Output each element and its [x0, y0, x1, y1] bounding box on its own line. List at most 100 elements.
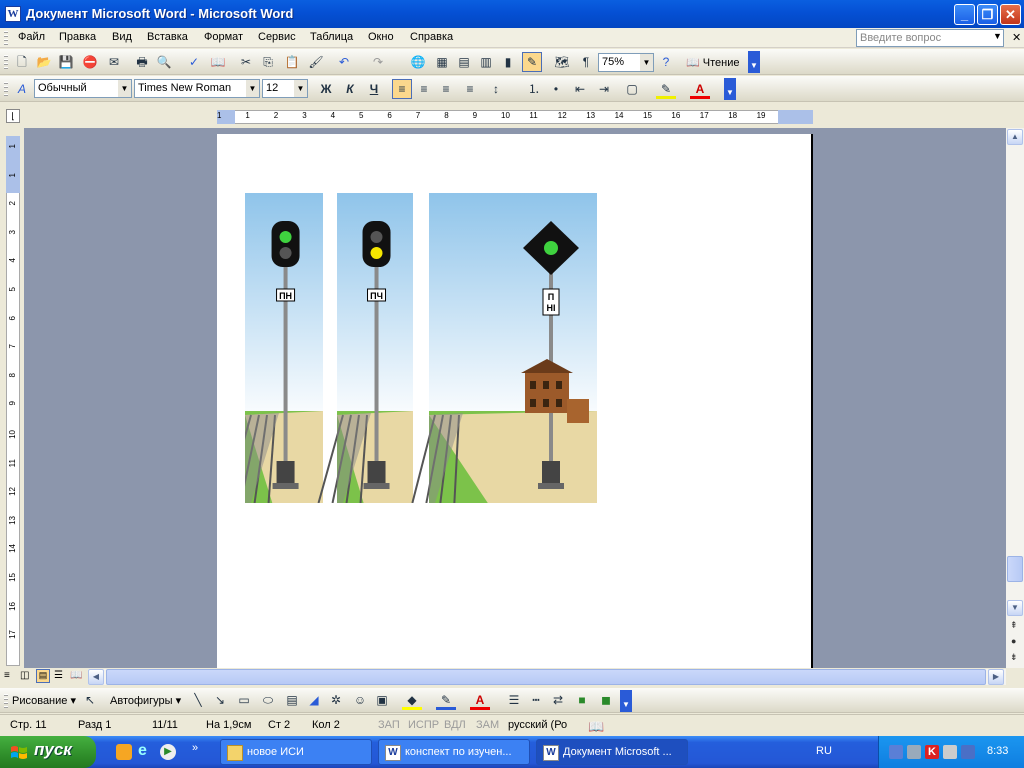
quicklaunch-outlook-icon[interactable]	[116, 744, 132, 760]
zoom-combo[interactable]: 75% ▼	[598, 53, 654, 72]
document-area[interactable]: ПН ПЧ П НI	[24, 128, 1006, 674]
outline-view-icon[interactable]: ☰	[54, 670, 63, 681]
research-icon[interactable]: 📖	[208, 52, 228, 72]
bullets-icon[interactable]: •	[546, 79, 566, 99]
cut-icon[interactable]: ✂	[236, 52, 256, 72]
rectangle-icon[interactable]: ▭	[234, 690, 254, 710]
tray-app2-icon[interactable]	[961, 745, 975, 759]
start-button[interactable]: пуск	[0, 736, 96, 768]
align-center-icon[interactable]: ≡	[414, 79, 434, 99]
status-trk[interactable]: ИСПР	[408, 719, 439, 731]
show-formatting-icon[interactable]: ¶	[576, 52, 596, 72]
increase-indent-icon[interactable]: ⇥	[594, 79, 614, 99]
scroll-right-icon[interactable]: ▶	[988, 669, 1004, 685]
status-ext[interactable]: ВДЛ	[444, 719, 466, 731]
toolbar-options-icon[interactable]: ▼	[620, 690, 632, 712]
task-folder[interactable]: новое ИСИ	[220, 739, 372, 765]
align-left-icon[interactable]: ≡	[392, 79, 412, 99]
menu-help[interactable]: Справка	[410, 31, 453, 43]
quicklaunch-more-icon[interactable]: »	[192, 742, 198, 754]
language-indicator[interactable]: RU	[816, 745, 832, 757]
task-word-1[interactable]: Wконспект по изучен...	[378, 739, 530, 765]
draw-menu-button[interactable]: Рисование ▾	[12, 694, 76, 707]
line-spacing-icon[interactable]: ↕	[486, 79, 506, 99]
quicklaunch-mediaplayer-icon[interactable]: ▶	[160, 744, 176, 760]
format-painter-icon[interactable]: 🖌	[306, 52, 326, 72]
borders-icon[interactable]: ▢	[622, 79, 642, 99]
font-size-combo[interactable]: 12 ▼	[262, 79, 308, 98]
arrow-style-icon[interactable]: ⇄	[548, 690, 568, 710]
signals-image[interactable]: ПН ПЧ ПНI	[245, 193, 597, 503]
styles-formatting-icon[interactable]: A	[12, 79, 32, 99]
horizontal-scrollbar[interactable]: ◀ ▶	[88, 669, 1006, 685]
menu-insert[interactable]: Вставка	[147, 31, 188, 43]
numbering-icon[interactable]: ⒈	[524, 79, 544, 99]
highlight-icon[interactable]: ✎	[656, 79, 676, 99]
oval-icon[interactable]: ⬭	[258, 690, 278, 710]
shadow-style-icon[interactable]: ■	[572, 690, 592, 710]
document-map-icon[interactable]: 🗺	[552, 52, 572, 72]
clock[interactable]: 8:33	[987, 745, 1008, 757]
help-icon[interactable]: ?	[656, 52, 676, 72]
font-dropdown-icon[interactable]: ▼	[246, 80, 259, 97]
picture-icon[interactable]: ▣	[372, 690, 392, 710]
print-layout-icon[interactable]: ▤	[36, 669, 50, 683]
toolbar-grip[interactable]	[4, 694, 8, 708]
font-size-dropdown-icon[interactable]: ▼	[294, 80, 307, 97]
menu-view[interactable]: Вид	[112, 31, 132, 43]
toolbar-options-icon[interactable]: ▼	[748, 51, 760, 73]
document-page[interactable]: ПН ПЧ П НI	[217, 134, 813, 674]
underline-button[interactable]: Ч	[364, 79, 384, 99]
wordart-icon[interactable]: ◢	[304, 690, 324, 710]
textbox-icon[interactable]: ▤	[282, 690, 302, 710]
status-ovr[interactable]: ЗАМ	[476, 719, 499, 731]
task-word-2[interactable]: W Документ Microsoft ...	[536, 739, 688, 765]
clipart-icon[interactable]: ☺	[350, 690, 370, 710]
print-icon[interactable]: 🖶	[132, 52, 152, 72]
decrease-indent-icon[interactable]: ⇤	[570, 79, 590, 99]
spelling-icon[interactable]: ✓	[184, 52, 204, 72]
volume-icon[interactable]	[943, 745, 957, 759]
ask-question-input[interactable]: Введите вопрос	[856, 29, 1004, 47]
font-combo[interactable]: Times New Roman ▼	[134, 79, 260, 98]
draw-font-color-icon[interactable]: A	[470, 690, 490, 710]
columns-icon[interactable]: ▮	[498, 52, 518, 72]
tables-borders-icon[interactable]: ▦	[432, 52, 452, 72]
tray-app-icon[interactable]	[907, 745, 921, 759]
open-icon[interactable]: 📂	[34, 52, 54, 72]
restore-button[interactable]: ❐	[977, 4, 998, 25]
style-dropdown-icon[interactable]: ▼	[118, 80, 131, 97]
menu-format[interactable]: Формат	[204, 31, 243, 43]
menu-file[interactable]: Файл	[18, 31, 45, 43]
email-icon[interactable]: ✉	[104, 52, 124, 72]
line-icon[interactable]: ╲	[188, 690, 208, 710]
menu-window[interactable]: Окно	[368, 31, 394, 43]
minimize-button[interactable]: _	[954, 4, 975, 25]
vertical-scrollbar[interactable]: ▲ ▼ ⇞ ● ⇟	[1006, 128, 1024, 668]
paste-icon[interactable]: 📋	[282, 52, 302, 72]
ask-dropdown-icon[interactable]: ▼	[993, 31, 1002, 41]
copy-icon[interactable]: ⎘	[258, 52, 278, 72]
insert-table-icon[interactable]: ▤	[454, 52, 474, 72]
close-document-icon[interactable]: ✕	[1012, 31, 1021, 44]
status-language[interactable]: русский (Ро	[508, 719, 567, 731]
reading-layout-button[interactable]: 📖 Чтение	[686, 56, 739, 69]
arrow-icon[interactable]: ↘	[210, 690, 230, 710]
permission-icon[interactable]: ⛔	[80, 52, 100, 72]
network-icon[interactable]	[889, 745, 903, 759]
status-rec[interactable]: ЗАП	[378, 719, 400, 731]
fill-color-icon[interactable]: ◆	[402, 690, 422, 710]
vertical-ruler[interactable]: 1 1 2 3 4 5 6 7 8 9 10 11 12 13 14 15 16 17	[0, 128, 24, 666]
menu-edit[interactable]: Правка	[59, 31, 96, 43]
menu-table[interactable]: Таблица	[310, 31, 353, 43]
antivirus-icon[interactable]: K	[925, 745, 939, 759]
hyperlink-icon[interactable]: 🌐	[408, 52, 428, 72]
line-style-icon[interactable]: ☰	[504, 690, 524, 710]
align-right-icon[interactable]: ≡	[436, 79, 456, 99]
style-combo[interactable]: Обычный ▼	[34, 79, 132, 98]
scroll-thumb[interactable]	[1007, 556, 1023, 582]
horizontal-ruler[interactable]: ⌊ 1 1 2 3 4 5 6 7 8 9 10 11 12 13 14 15 16 17 18 19	[0, 105, 1024, 128]
3d-style-icon[interactable]: ◼	[596, 690, 616, 710]
word-icon[interactable]: W	[5, 6, 21, 22]
diagram-icon[interactable]: ✲	[326, 690, 346, 710]
